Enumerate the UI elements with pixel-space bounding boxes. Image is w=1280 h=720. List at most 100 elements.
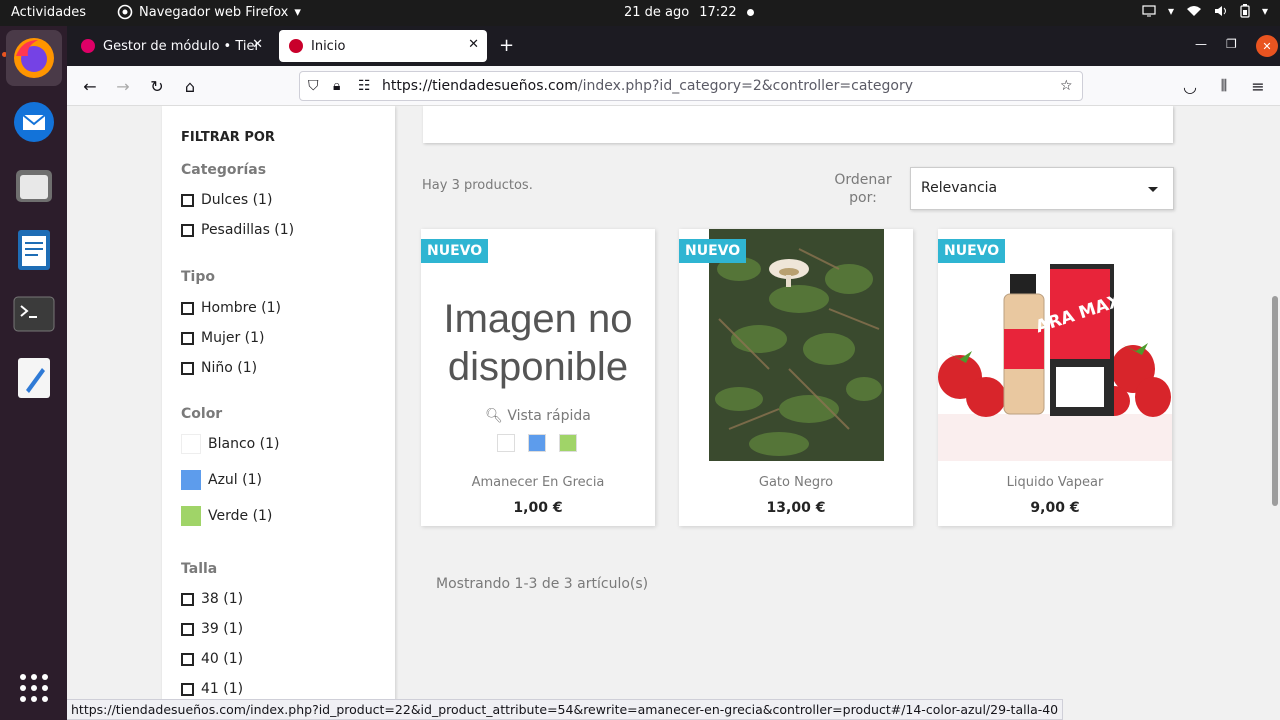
activities-button[interactable]: Actividades (11, 5, 86, 20)
chevron-down-icon: ▾ (1167, 4, 1174, 18)
product-name[interactable]: Gato Negro (679, 475, 913, 490)
product-card-amanecer-en-grecia[interactable]: Imagen no disponible 🔍︎ Vista rápida NUE… (421, 229, 655, 526)
new-badge: NUEVO (938, 239, 1006, 263)
lock-icon[interactable]: 🔒︎ (333, 78, 340, 94)
menu-icon[interactable]: ≡ (1247, 75, 1269, 97)
filter-checkbox-talla-41[interactable]: 41 (1) (181, 681, 243, 697)
chevron-down-icon: ▾ (1261, 4, 1268, 18)
checkbox-icon[interactable] (181, 682, 194, 696)
navigation-bar: ← → ↻ ⌂ ⛉ 🔒︎ ☷ https://tiendadesueños.co… (67, 66, 1280, 106)
product-name[interactable]: Amanecer En Grecia (421, 475, 655, 490)
page-scrollbar[interactable] (1269, 106, 1280, 720)
filter-checkbox-dulces[interactable]: Dulces (1) (181, 192, 272, 208)
sort-select[interactable]: Relevancia (910, 167, 1174, 210)
product-card-liquido-vapear[interactable]: ARA MAX NUEVO Liquido Vapear 9,00 € (938, 229, 1172, 526)
variant-swatch-azul[interactable] (528, 434, 546, 452)
quick-view-button[interactable]: 🔍︎ Vista rápida (421, 408, 655, 424)
filter-checkbox-talla-40[interactable]: 40 (1) (181, 651, 243, 667)
dock-writer[interactable] (6, 222, 62, 278)
filter-color-azul[interactable]: Azul (1) (181, 470, 262, 490)
checkbox-icon[interactable] (181, 592, 194, 606)
pocket-icon[interactable]: ◡ (1179, 75, 1201, 97)
url-text[interactable]: https://tiendadesueños.com/index.php?id_… (382, 78, 913, 94)
filter-checkbox-hombre[interactable]: Hombre (1) (181, 300, 281, 316)
product-price: 13,00 € (766, 500, 826, 516)
filter-checkbox-nino[interactable]: Niño (1) (181, 360, 257, 376)
new-badge: NUEVO (679, 239, 747, 263)
dock-files[interactable] (6, 158, 62, 214)
clock-time: 17:22 (699, 5, 737, 20)
new-tab-icon[interactable]: + (499, 35, 514, 56)
filter-color-verde[interactable]: Verde (1) (181, 506, 272, 526)
category-header-block (423, 106, 1173, 143)
product-image[interactable] (679, 229, 913, 461)
bookmark-star-icon[interactable]: ☆ (1060, 78, 1073, 94)
shield-icon[interactable]: ⛉ (308, 78, 319, 94)
variant-swatches (497, 434, 577, 452)
product-card-gato-negro[interactable]: NUEVO Gato Negro 13,00 € (679, 229, 913, 526)
close-tab-icon[interactable]: ✕ (468, 37, 479, 52)
checkbox-icon[interactable] (181, 331, 194, 345)
product-count: Hay 3 productos. (422, 178, 533, 193)
checkbox-icon[interactable] (181, 361, 194, 375)
url-bar[interactable]: ⛉ 🔒︎ ☷ https://tiendadesueños.com/index.… (299, 71, 1083, 101)
mushroom-photo (709, 229, 884, 461)
filter-checkbox-talla-38[interactable]: 38 (1) (181, 591, 243, 607)
files-icon (16, 170, 52, 202)
dock-terminal[interactable] (6, 286, 62, 342)
tab-gestor-modulo[interactable]: Gestor de módulo • Tiend ✕ (71, 30, 271, 62)
product-name[interactable]: Liquido Vapear (938, 475, 1172, 490)
gnome-top-bar: Actividades Navegador web Firefox ▾ 21 d… (0, 0, 1280, 26)
volume-icon (1214, 6, 1226, 16)
dock-thunderbird[interactable] (6, 94, 62, 150)
minimize-icon[interactable]: — (1195, 37, 1207, 51)
tab-inicio[interactable]: Inicio ✕ (279, 30, 487, 62)
back-icon[interactable]: ← (79, 75, 101, 97)
variant-swatch-verde[interactable] (559, 434, 577, 452)
home-icon[interactable]: ⌂ (179, 75, 201, 97)
site-favicon-icon (289, 39, 303, 53)
filter-checkbox-pesadillas[interactable]: Pesadillas (1) (181, 222, 294, 238)
system-tray[interactable]: ▾ ▾ (1142, 4, 1268, 18)
window-close-icon[interactable]: ✕ (1256, 35, 1278, 57)
chevron-down-icon: ▾ (294, 4, 301, 20)
filter-title: FILTRAR POR (181, 130, 275, 145)
quick-view-panel: 🔍︎ Vista rápida (421, 396, 655, 461)
product-image[interactable]: Imagen no disponible 🔍︎ Vista rápida (421, 229, 655, 461)
terminal-icon (13, 296, 55, 332)
dock-text-editor[interactable] (6, 350, 62, 406)
new-badge: NUEVO (421, 239, 489, 263)
checkbox-icon[interactable] (181, 652, 194, 666)
clock-date: 21 de ago (624, 5, 690, 20)
checkbox-icon[interactable] (181, 193, 194, 207)
scrollbar-thumb[interactable] (1272, 296, 1278, 506)
checkbox-icon[interactable] (181, 301, 194, 315)
tab-label: Inicio (311, 38, 346, 54)
filter-panel: FILTRAR POR Categorías Dulces (1) Pesadi… (162, 106, 395, 720)
checkbox-icon[interactable] (181, 622, 194, 636)
dock-show-apps[interactable] (6, 660, 62, 716)
forward-icon[interactable]: → (112, 75, 134, 97)
filter-color-blanco[interactable]: Blanco (1) (181, 434, 280, 454)
thunderbird-icon (14, 102, 54, 142)
restore-icon[interactable]: ❐ (1226, 37, 1237, 51)
product-image[interactable]: ARA MAX (938, 229, 1172, 461)
filter-group-talla: Talla (181, 561, 218, 577)
filter-checkbox-talla-39[interactable]: 39 (1) (181, 621, 243, 637)
permissions-icon[interactable]: ☷ (358, 78, 371, 94)
color-swatch[interactable] (181, 434, 201, 454)
color-swatch[interactable] (181, 506, 201, 526)
eliquid-photo: ARA MAX (938, 229, 1172, 461)
color-swatch[interactable] (181, 470, 201, 490)
library-icon[interactable]: ⫼ (1213, 75, 1235, 97)
firefox-icon (14, 38, 54, 78)
checkbox-icon[interactable] (181, 223, 194, 237)
close-tab-icon[interactable]: ✕ (252, 37, 263, 52)
pagination-summary: Mostrando 1-3 de 3 artículo(s) (436, 576, 649, 592)
filter-checkbox-mujer[interactable]: Mujer (1) (181, 330, 265, 346)
variant-swatch-blanco[interactable] (497, 434, 515, 452)
dock-firefox[interactable] (6, 30, 62, 86)
app-menu[interactable]: Navegador web Firefox ▾ (117, 4, 301, 20)
clock[interactable]: 21 de ago 17:22 (624, 5, 754, 20)
reload-icon[interactable]: ↻ (146, 75, 168, 97)
